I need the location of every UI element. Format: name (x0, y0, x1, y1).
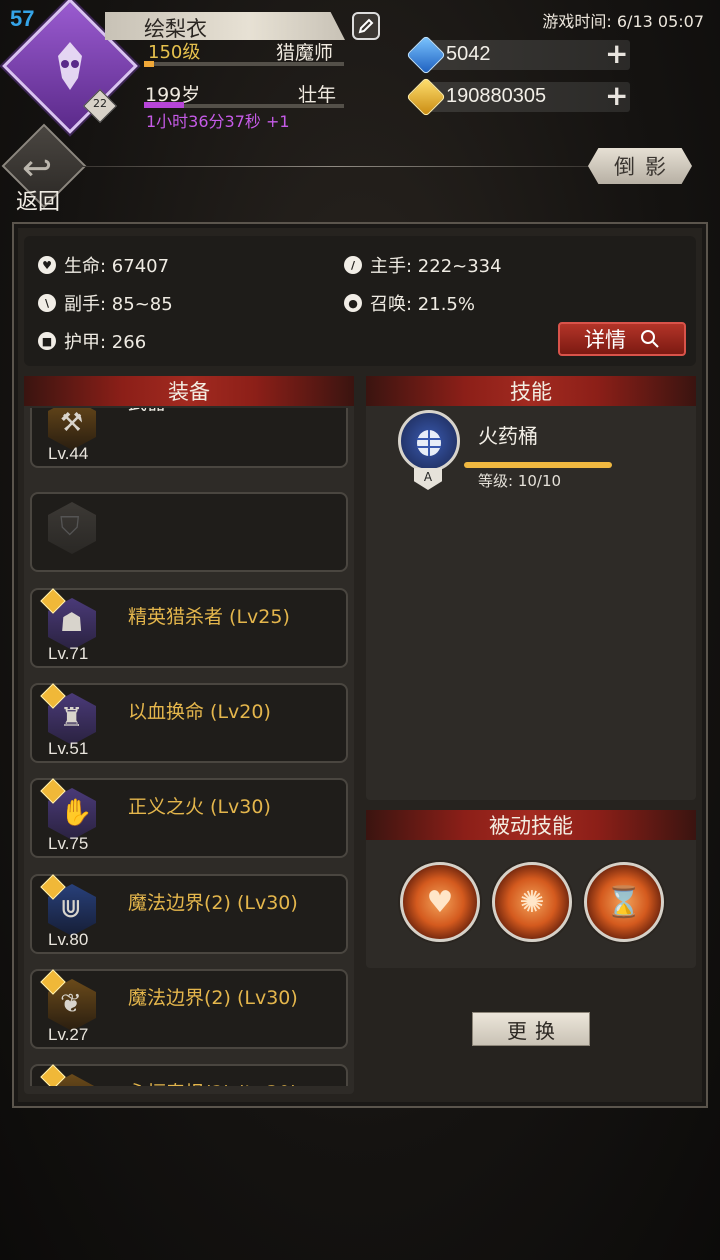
axe-icon: ⚒ (60, 408, 84, 438)
back-arrow-icon: ↩ (22, 148, 53, 189)
equipment-title: 装备 (24, 376, 354, 406)
armor-icon: ■ (38, 332, 56, 350)
equip-slot-amulet[interactable]: ❦ Lv.27 魔法边界(2) (Lv30) (30, 969, 348, 1049)
level-bar (144, 62, 344, 66)
back-label[interactable]: 返回 (16, 184, 60, 216)
chest-armor-icon: ♜ (60, 703, 84, 733)
heart-hands-icon[interactable]: ♥ (400, 862, 480, 942)
equip-slot-boots[interactable]: ⋓ Lv.80 魔法边界(2) (Lv30) (30, 874, 348, 954)
stat-off-hand: \ 副手: 85~85 (38, 290, 173, 316)
summon-icon: ● (344, 294, 362, 312)
skill-name: 火药桶 (478, 424, 538, 448)
age-timer: 1小时36分37秒 +1 (146, 112, 290, 131)
gem-count: 5042 (446, 43, 491, 65)
stat-armor-text: 护甲: 266 (64, 332, 147, 353)
equip-level: Lv.80 (48, 930, 89, 949)
equip-name: 正义之火 (Lv30) (128, 796, 271, 818)
dagger-icon: \ (38, 294, 56, 312)
edit-name-button[interactable] (352, 12, 380, 40)
reflect-button[interactable]: 倒影 (588, 148, 692, 184)
gauntlet-icon: ✋ (60, 798, 93, 828)
player-class: 猎魔师 (276, 42, 334, 64)
equip-name: 魔法边界(2) (Lv30) (128, 892, 298, 914)
equip-slot-ring[interactable]: 永恒泰坦(2) (Lv30) (30, 1064, 348, 1086)
equip-slot-gloves[interactable]: ✋ Lv.75 正义之火 (Lv30) (30, 778, 348, 858)
equip-slot-armor[interactable]: ♜ Lv.51 以血换命 (Lv20) (30, 683, 348, 763)
swap-button[interactable]: 更换 (472, 1012, 590, 1046)
heart-icon: ♥ (38, 256, 56, 274)
stat-main-hand: / 主手: 222~334 (344, 252, 502, 278)
add-gold-button[interactable]: + (605, 82, 628, 110)
powder-keg-icon[interactable] (398, 410, 460, 472)
pencil-icon (358, 18, 374, 34)
detail-button-label: 详情 (584, 328, 626, 352)
gold-count: 190880305 (446, 85, 547, 107)
stat-armor: ■ 护甲: 266 (38, 328, 146, 354)
equip-slot-empty[interactable]: ⛉ (30, 492, 348, 572)
detail-button[interactable]: 详情 (558, 322, 686, 356)
equip-name: 魔法边界(2) (Lv30) (128, 987, 298, 1009)
stat-off-hand-text: 副手: 85~85 (64, 294, 173, 315)
stat-summon: ● 召唤: 21.5% (344, 290, 475, 316)
equip-level: Lv.51 (48, 739, 89, 758)
sword-icon: / (344, 256, 362, 274)
stat-main-hand-text: 主手: 222~334 (370, 256, 502, 277)
player-stage: 壮年 (298, 84, 337, 106)
equipment-list[interactable]: ⚒ Lv.44 武器 ⛉ ☗ Lv.71 精英猎杀者 (Lv25) ♜ Lv.5… (24, 408, 354, 1086)
fire-burst-icon[interactable]: ✺ (492, 862, 572, 942)
name-plate (105, 12, 345, 40)
emblem-badge-number: 22 (93, 97, 107, 110)
stat-hp-text: 生命: 67407 (64, 256, 170, 277)
skill-progress-bar (464, 462, 612, 468)
player-level: 150级 (148, 42, 201, 63)
add-gems-button[interactable]: + (605, 40, 628, 68)
search-icon (641, 330, 659, 348)
equip-level: Lv.44 (48, 444, 89, 463)
hourglass-icon[interactable]: ⌛ (584, 862, 664, 942)
equip-name: 永恒泰坦(2) (Lv30) (128, 1078, 298, 1086)
equip-level: Lv.75 (48, 834, 89, 853)
equip-name: 武器 (128, 408, 166, 415)
passive-title: 被动技能 (366, 810, 696, 840)
stat-hp: ♥ 生命: 67407 (38, 252, 169, 278)
amulet-icon: ❦ (60, 989, 82, 1019)
shield-icon: ⛉ (60, 512, 80, 542)
skill-level: 等级: 10/10 (478, 472, 562, 490)
equip-slot-helmet[interactable]: ☗ Lv.71 精英猎杀者 (Lv25) (30, 588, 348, 668)
level-bar-fill (144, 61, 154, 67)
equip-slot-weapon[interactable]: ⚒ Lv.44 武器 (30, 408, 348, 468)
game-time: 游戏时间: 6/13 05:07 (542, 12, 704, 31)
equip-level: Lv.27 (48, 1025, 89, 1044)
helmet-icon: ☗ (60, 608, 84, 638)
header-divider (80, 166, 590, 167)
equip-name: 精英猎杀者 (Lv25) (128, 606, 290, 628)
boots-icon: ⋓ (60, 894, 82, 924)
skill-title: 技能 (366, 376, 696, 406)
equip-name: 以血换命 (Lv20) (128, 701, 271, 723)
equip-level: Lv.71 (48, 644, 89, 663)
stat-summon-text: 召唤: 21.5% (370, 294, 475, 315)
